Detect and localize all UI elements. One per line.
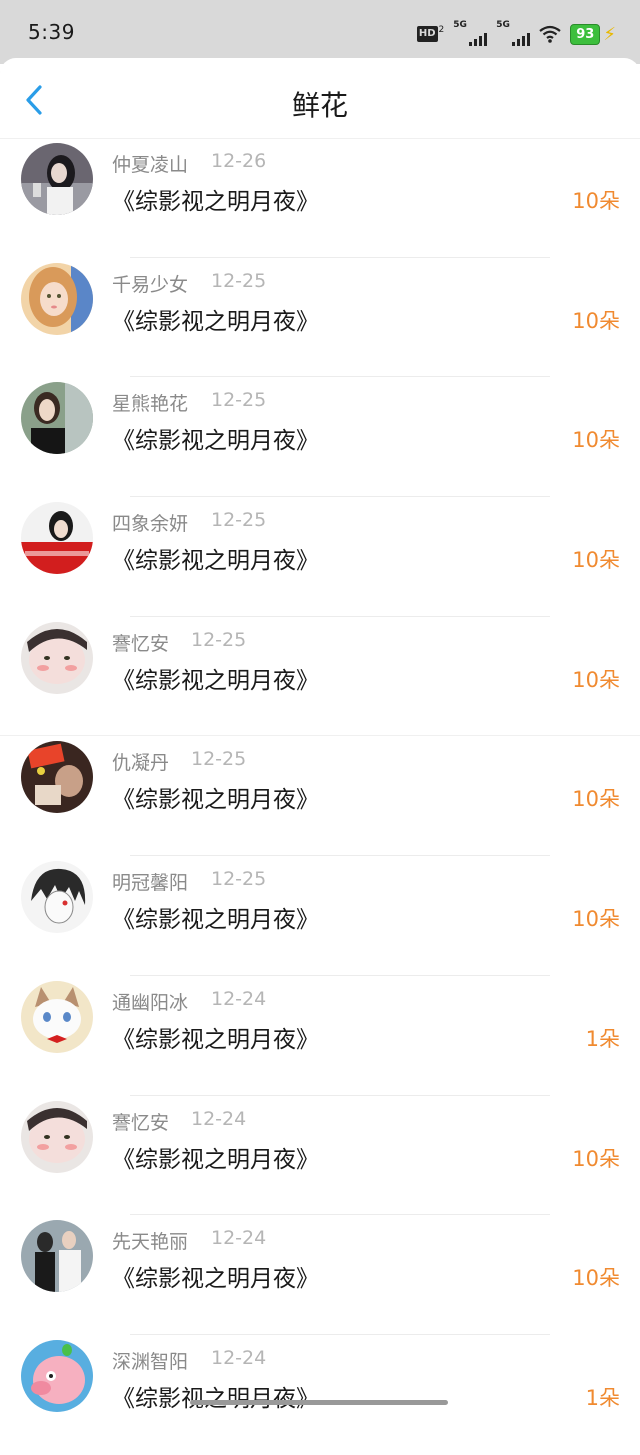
flower-record-list: 仲夏凌山 12-26 《综影视之明月夜》 10朵 千易少女 12-25 《综影视… <box>0 138 640 1455</box>
flower-count: 10朵 <box>572 308 620 333</box>
work-title: 《综影视之明月夜》 <box>112 308 319 335</box>
record-date: 12-25 <box>211 509 267 532</box>
avatar[interactable] <box>21 621 93 694</box>
user-name: 仇凝丹 <box>112 752 170 775</box>
record-date: 12-25 <box>211 868 267 891</box>
record-date: 12-25 <box>211 269 267 292</box>
avatar-anime-sketch-icon <box>21 861 93 934</box>
wifi-icon <box>539 25 561 43</box>
list-item[interactable]: 通幽阳冰 12-24 《综影视之明月夜》 1朵 <box>0 976 640 1096</box>
flower-count: 10朵 <box>572 787 620 812</box>
avatar[interactable] <box>21 502 93 575</box>
work-title: 《综影视之明月夜》 <box>112 1026 319 1053</box>
avatar[interactable] <box>21 741 93 814</box>
avatar[interactable] <box>21 861 93 934</box>
hd-sup: 2 <box>438 25 445 35</box>
avatar[interactable] <box>21 980 93 1053</box>
record-date: 12-24 <box>211 1227 267 1250</box>
user-name: 仲夏凌山 <box>112 154 189 176</box>
hd-label: HD <box>416 26 438 42</box>
list-item[interactable]: 深渊智阳 12-24 《综影视之明月夜》 1朵 <box>0 1335 640 1455</box>
user-name: 千易少女 <box>112 273 189 296</box>
avatar-girl-blonde-icon <box>21 262 93 335</box>
user-name: 謇忆安 <box>112 1111 170 1134</box>
avatar[interactable] <box>21 1339 93 1412</box>
flower-count: 10朵 <box>572 667 620 692</box>
work-title: 《综影视之明月夜》 <box>112 189 319 215</box>
user-name: 謇忆安 <box>112 632 170 655</box>
status-bar: 5:39 HD 2 5G 5G 93 ⚡ <box>0 0 640 64</box>
record-date: 12-24 <box>191 1107 247 1130</box>
user-name: 星熊艳花 <box>112 393 189 416</box>
record-date: 12-24 <box>211 1346 267 1369</box>
record-date: 12-26 <box>211 150 267 172</box>
list-item[interactable]: 仇凝丹 12-25 《综影视之明月夜》 10朵 <box>0 736 640 857</box>
charging-icon: ⚡ <box>603 23 616 45</box>
avatar-cat-icon <box>21 980 93 1053</box>
list-item[interactable]: 謇忆安 12-25 《综影视之明月夜》 10朵 <box>0 617 640 737</box>
work-title: 《综影视之明月夜》 <box>112 667 319 694</box>
home-indicator[interactable] <box>190 1400 448 1405</box>
list-item[interactable]: 四象余妍 12-25 《综影视之明月夜》 10朵 <box>0 497 640 617</box>
signal-icon: 5G <box>496 20 531 46</box>
status-icons: HD 2 5G 5G 93 ⚡ <box>416 20 616 48</box>
record-date: 12-25 <box>191 628 247 651</box>
work-title: 《综影视之明月夜》 <box>112 1266 319 1293</box>
user-name: 四象余妍 <box>112 513 189 536</box>
avatar-red-dress-icon <box>21 502 93 575</box>
user-name: 先天艳丽 <box>112 1231 189 1254</box>
list-item[interactable]: 先天艳丽 12-24 《综影视之明月夜》 10朵 <box>0 1215 640 1335</box>
avatar-face-closeup-icon <box>21 621 93 694</box>
list-item[interactable]: 明冠馨阳 12-25 《综影视之明月夜》 10朵 <box>0 856 640 976</box>
avatar[interactable] <box>21 262 93 335</box>
record-date: 12-25 <box>211 389 267 412</box>
record-date: 12-25 <box>191 748 247 771</box>
flower-count: 10朵 <box>572 907 620 932</box>
signal-icon: 5G <box>453 20 488 46</box>
list-item[interactable]: 謇忆安 12-24 《综影视之明月夜》 10朵 <box>0 1096 640 1216</box>
hd-icon: HD 2 <box>416 25 445 42</box>
avatar-birthday-icon <box>21 741 93 814</box>
avatar-cartoon-pink-icon <box>21 1339 93 1412</box>
work-title: 《综影视之明月夜》 <box>112 907 319 934</box>
user-name: 通幽阳冰 <box>112 991 189 1014</box>
user-name: 明冠馨阳 <box>112 872 189 895</box>
avatar[interactable] <box>21 1100 93 1173</box>
flower-count: 10朵 <box>572 548 620 573</box>
work-title: 《综影视之明月夜》 <box>112 428 319 455</box>
list-item[interactable]: 千易少女 12-25 《综影视之明月夜》 10朵 <box>0 258 640 378</box>
flower-count: 10朵 <box>572 189 620 213</box>
page-title: 鲜花 <box>291 89 348 122</box>
avatar-woman-portrait-icon <box>21 382 93 455</box>
nav-header: 鲜花 <box>0 58 640 138</box>
list-item[interactable]: 星熊艳花 12-25 《综影视之明月夜》 10朵 <box>0 377 640 498</box>
battery-icon: 93 <box>570 23 601 45</box>
work-title: 《综影视之明月夜》 <box>112 548 319 575</box>
flower-count: 10朵 <box>572 1266 620 1291</box>
flower-count: 1朵 <box>585 1026 620 1051</box>
status-time: 5:39 <box>28 20 75 44</box>
avatar[interactable] <box>21 382 93 455</box>
avatar-couple-icon <box>21 1220 93 1293</box>
network-label: 5G <box>453 20 467 30</box>
avatar[interactable] <box>21 143 93 215</box>
avatar-girl-dark-hair-icon <box>21 143 93 215</box>
flower-count: 10朵 <box>572 1146 620 1171</box>
avatar-face-closeup-icon <box>21 1100 93 1173</box>
user-name: 深渊智阳 <box>112 1350 189 1373</box>
work-title: 《综影视之明月夜》 <box>112 1146 319 1173</box>
record-date: 12-24 <box>211 987 267 1010</box>
list-item[interactable]: 仲夏凌山 12-26 《综影视之明月夜》 10朵 <box>0 138 640 258</box>
network-label: 5G <box>496 20 510 30</box>
avatar[interactable] <box>21 1220 93 1293</box>
work-title: 《综影视之明月夜》 <box>112 787 319 814</box>
flower-count: 10朵 <box>572 428 620 453</box>
flower-count: 1朵 <box>585 1385 620 1410</box>
